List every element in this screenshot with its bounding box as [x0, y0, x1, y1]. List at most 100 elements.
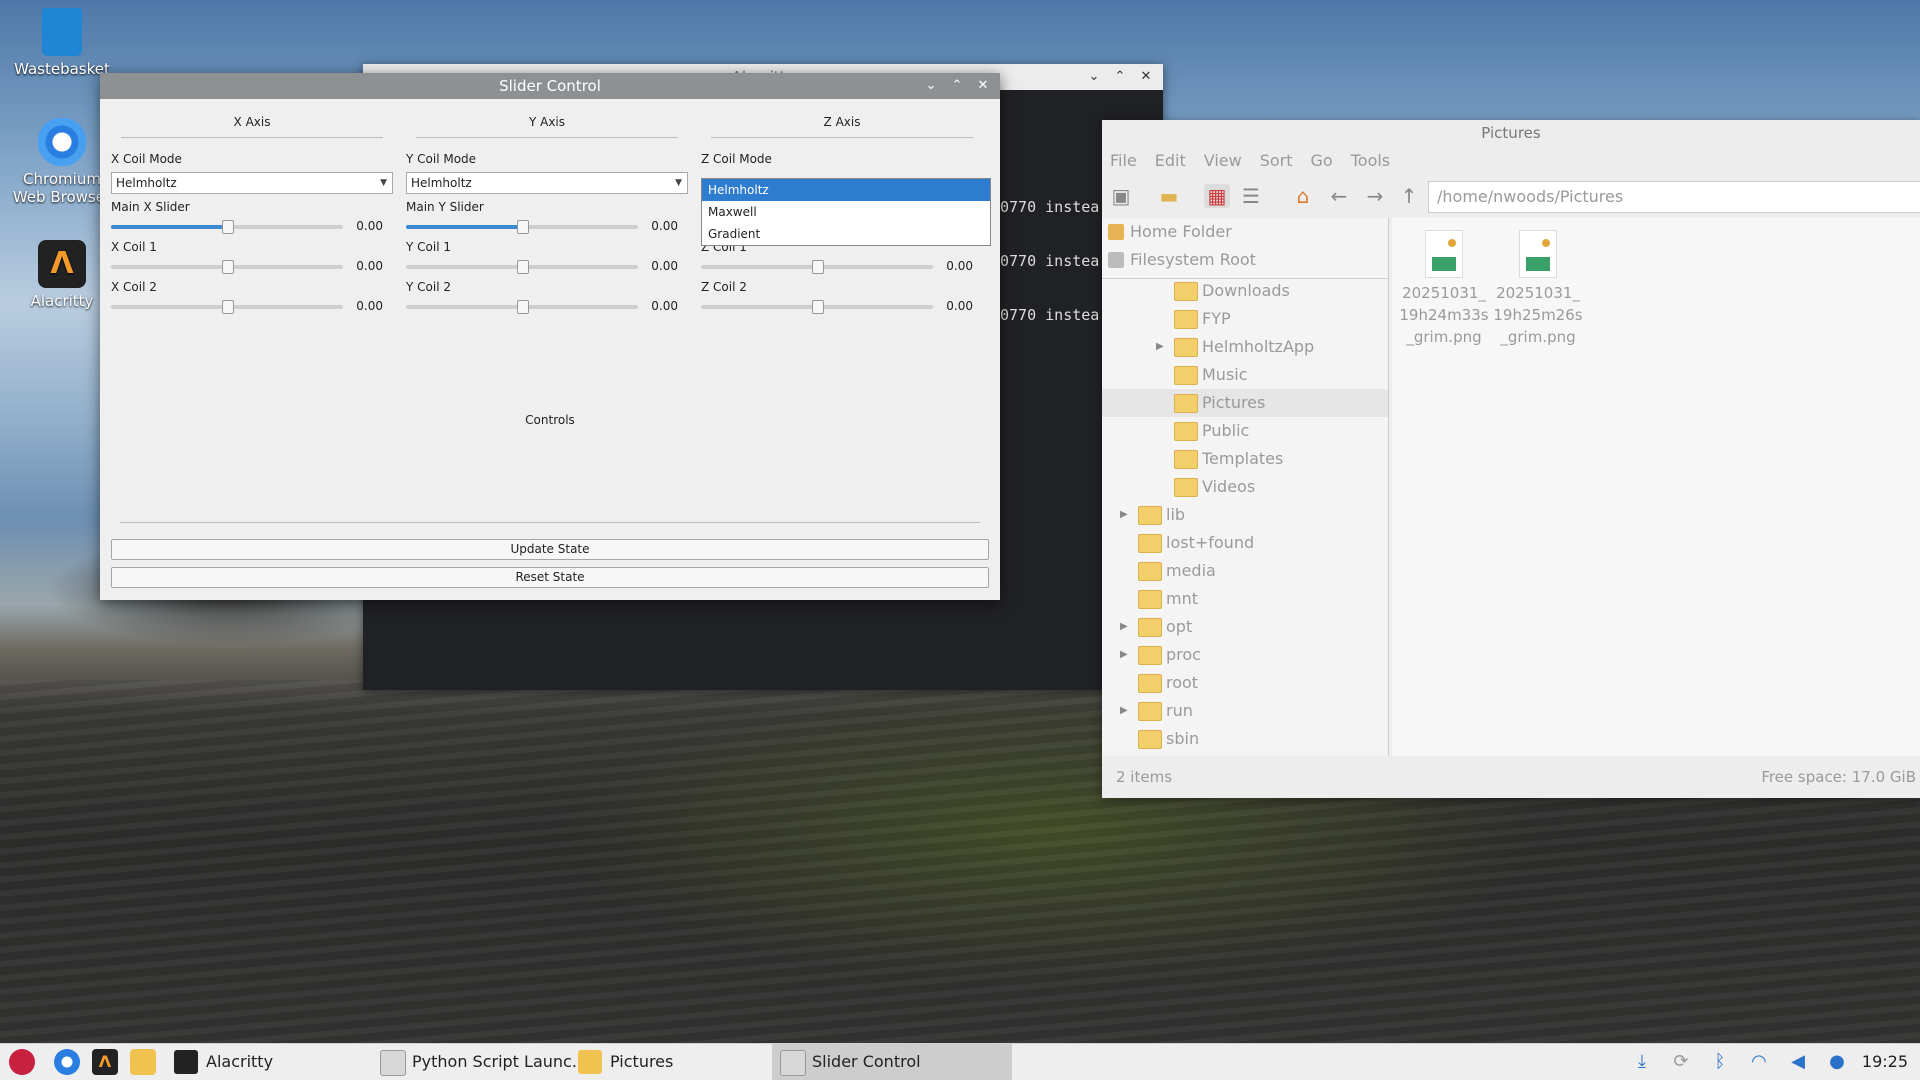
slider-handle[interactable] [517, 300, 529, 314]
z-coil-2-slider[interactable]: 0.00 [701, 296, 983, 318]
expand-arrow-icon[interactable]: ▶ [1120, 641, 1128, 669]
icon-view-icon[interactable]: ▦ [1204, 184, 1230, 208]
path-input[interactable]: /home/nwoods/Pictures [1428, 181, 1920, 213]
terminal-window-buttons: ⌄ ⌃ ✕ [1083, 64, 1157, 90]
microphone-icon[interactable]: ● [1822, 1044, 1852, 1080]
minimize-icon[interactable]: ⌄ [1083, 64, 1105, 90]
tree-item-templates[interactable]: Templates [1102, 445, 1388, 473]
slider-handle[interactable] [222, 300, 234, 314]
slider-handle[interactable] [222, 260, 234, 274]
maximize-icon[interactable]: ⌃ [946, 73, 968, 99]
task-slider-control[interactable]: Slider Control [772, 1044, 1012, 1080]
x-axis-panel: X Axis X Coil Mode Helmholtz ▼ Main X Sl… [111, 103, 393, 318]
tree-item-root[interactable]: root [1102, 669, 1388, 697]
dropdown-option-gradient[interactable]: Gradient [702, 223, 990, 245]
home-icon[interactable]: ⌂ [1290, 184, 1316, 208]
up-arrow-icon[interactable]: ↑ [1396, 184, 1422, 208]
dropdown-option-helmholtz[interactable]: Helmholtz [702, 179, 990, 201]
update-state-button[interactable]: Update State [111, 539, 989, 560]
z-coil-1-slider[interactable]: 0.00 [701, 256, 983, 278]
minimize-icon[interactable]: ⌄ [920, 73, 942, 99]
close-icon[interactable]: ✕ [972, 73, 994, 99]
menu-file[interactable]: File [1110, 146, 1137, 176]
menu-tools[interactable]: Tools [1351, 146, 1390, 176]
tree-item-lib[interactable]: ▶ lib [1102, 501, 1388, 529]
place-home-folder[interactable]: Home Folder [1102, 218, 1388, 246]
y-coil-mode-select[interactable]: Helmholtz ▼ [406, 172, 688, 194]
slider-control-window[interactable]: Slider Control ⌄ ⌃ ✕ X Axis X Coil Mode … [100, 73, 1000, 600]
list-view-icon[interactable]: ☰ [1238, 184, 1264, 208]
slider-handle[interactable] [517, 220, 529, 234]
folder-icon[interactable] [130, 1049, 156, 1075]
file-item[interactable]: 20251031_19h24m33s_grim.png [1398, 230, 1490, 348]
slider-handle[interactable] [812, 260, 824, 274]
back-arrow-icon[interactable]: ← [1326, 184, 1352, 208]
tree-item-label: Videos [1202, 477, 1256, 496]
new-folder-icon[interactable]: ▬ [1156, 184, 1182, 208]
reset-state-button[interactable]: Reset State [111, 567, 989, 588]
tree-item-run[interactable]: ▶ run [1102, 697, 1388, 725]
file-view: 20251031_19h24m33s_grim.png 20251031_19h… [1392, 218, 1920, 756]
tree-item-proc[interactable]: ▶ proc [1102, 641, 1388, 669]
folder-icon [1174, 394, 1198, 413]
main-x-slider[interactable]: 0.00 [111, 216, 393, 238]
expand-arrow-icon[interactable]: ▶ [1120, 697, 1128, 725]
sidebar-toggle-icon[interactable]: ▣ [1108, 184, 1134, 208]
tree-item-helmholtzapp[interactable]: ▶ HelmholtzApp [1102, 333, 1388, 361]
z-coil-mode-dropdown[interactable]: Helmholtz Maxwell Gradient [701, 178, 991, 246]
menu-edit[interactable]: Edit [1155, 146, 1186, 176]
file-item[interactable]: 20251031_19h25m26s_grim.png [1492, 230, 1584, 348]
task-pictures[interactable]: Pictures [570, 1044, 806, 1080]
sync-icon[interactable]: ⟳ [1666, 1044, 1696, 1080]
task-label: Python Script Launc.. [412, 1052, 583, 1071]
item-count: 2 items [1116, 768, 1173, 786]
slider-track [701, 300, 933, 314]
tree-item-mnt[interactable]: mnt [1102, 585, 1388, 613]
slider-handle[interactable] [222, 220, 234, 234]
tree-item-lost-found[interactable]: lost+found [1102, 529, 1388, 557]
y-coil-1-slider[interactable]: 0.00 [406, 256, 688, 278]
maximize-icon[interactable]: ⌃ [1109, 64, 1131, 90]
tree-item-media[interactable]: media [1102, 557, 1388, 585]
tree-item-pictures[interactable]: Pictures [1102, 389, 1388, 417]
close-icon[interactable]: ✕ [1135, 64, 1157, 90]
x-coil-mode-select[interactable]: Helmholtz ▼ [111, 172, 393, 194]
tree-item-downloads[interactable]: Downloads [1102, 277, 1388, 305]
slider-control-titlebar[interactable]: Slider Control ⌄ ⌃ ✕ [100, 73, 1000, 99]
tree-item-sbin[interactable]: sbin [1102, 725, 1388, 753]
y-coil-2-slider[interactable]: 0.00 [406, 296, 688, 318]
main-y-slider[interactable]: 0.00 [406, 216, 688, 238]
tree-item-opt[interactable]: ▶ opt [1102, 613, 1388, 641]
place-filesystem-root[interactable]: Filesystem Root [1102, 246, 1388, 274]
task-alacritty[interactable]: Alacritty [166, 1044, 406, 1080]
slider-handle[interactable] [812, 300, 824, 314]
file-manager-window[interactable]: Pictures File Edit View Sort Go Tools ▣ … [1102, 120, 1920, 798]
forward-arrow-icon[interactable]: → [1362, 184, 1388, 208]
alacritty-icon[interactable]: Λ [92, 1049, 118, 1075]
raspberry-menu-icon[interactable] [9, 1049, 35, 1075]
volume-icon[interactable]: ◀ [1783, 1044, 1813, 1080]
menu-go[interactable]: Go [1311, 146, 1333, 176]
tree-item-music[interactable]: Music [1102, 361, 1388, 389]
menu-view[interactable]: View [1204, 146, 1242, 176]
slider-handle[interactable] [517, 260, 529, 274]
desktop-icon-chromium[interactable]: Chromium Web Browser [12, 118, 112, 206]
tree-item-public[interactable]: Public [1102, 417, 1388, 445]
desktop-icon-alacritty[interactable]: Λ Alacritty [12, 240, 112, 310]
menu-sort[interactable]: Sort [1260, 146, 1293, 176]
tree-item-videos[interactable]: Videos [1102, 473, 1388, 501]
bluetooth-icon[interactable]: ᛒ [1705, 1044, 1735, 1080]
expand-arrow-icon[interactable]: ▶ [1120, 613, 1128, 641]
x-coil-1-slider[interactable]: 0.00 [111, 256, 393, 278]
tree-item-fyp[interactable]: FYP [1102, 305, 1388, 333]
desktop-icon-wastebasket[interactable]: Wastebasket [12, 8, 112, 78]
wifi-icon[interactable]: ◠ [1744, 1044, 1774, 1080]
x-coil-2-slider[interactable]: 0.00 [111, 296, 393, 318]
main-y-slider-label: Main Y Slider [406, 200, 484, 214]
file-manager-titlebar[interactable]: Pictures [1102, 120, 1920, 146]
chromium-icon[interactable] [54, 1049, 80, 1075]
dropdown-option-maxwell[interactable]: Maxwell [702, 201, 990, 223]
expand-arrow-icon[interactable]: ▶ [1120, 501, 1128, 529]
download-icon[interactable]: ⤓ [1627, 1044, 1657, 1080]
expand-arrow-icon[interactable]: ▶ [1156, 333, 1164, 361]
